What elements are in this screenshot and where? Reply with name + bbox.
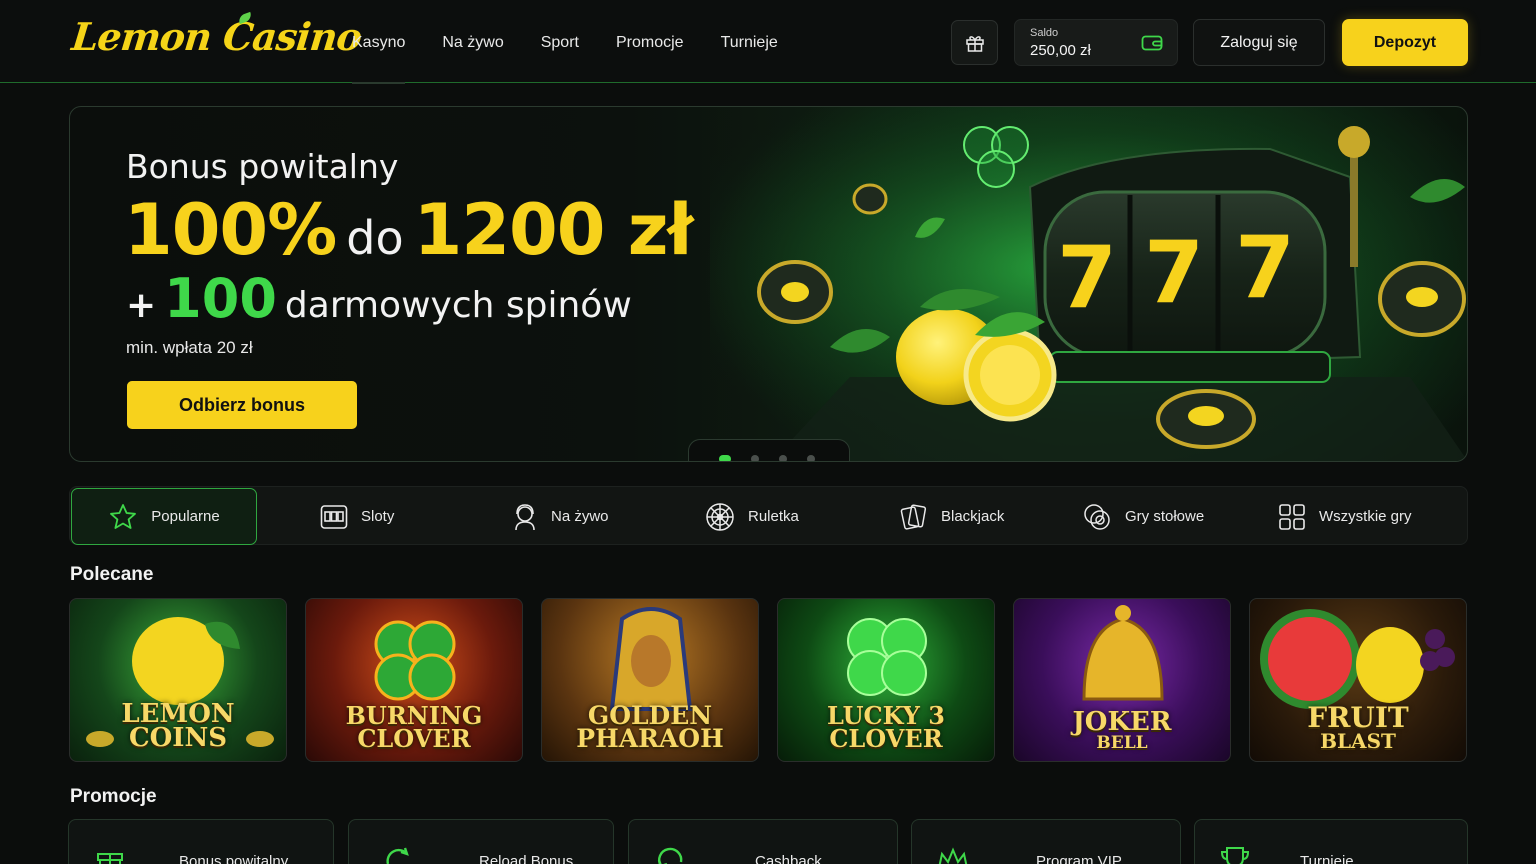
hero-spins-text: darmowych spinów xyxy=(284,285,632,326)
balance-label: Saldo xyxy=(1030,27,1059,39)
hero-banner: 7 7 7 Bonus powitalny 100% do 1200 zł +100… xyxy=(69,106,1468,462)
featured-title: Polecane xyxy=(70,564,154,585)
tab-table-games-label: Gry stołowe xyxy=(1125,508,1205,525)
tab-blackjack[interactable]: Blackjack xyxy=(900,488,1004,545)
login-button[interactable]: Zaloguj się xyxy=(1193,19,1325,66)
star-icon xyxy=(110,503,137,529)
claim-bonus-button[interactable]: Odbierz bonus xyxy=(127,381,357,429)
game-title-line2: BLAST xyxy=(1320,729,1396,753)
gift-icon xyxy=(965,35,984,52)
carousel-dot-3[interactable] xyxy=(779,455,787,461)
hero-to: do xyxy=(346,211,404,265)
hero-plus: + xyxy=(126,285,157,326)
game-title-line2: CLOVER xyxy=(357,724,471,754)
reload-icon xyxy=(386,847,409,864)
tab-live-label: Na żywo xyxy=(551,508,609,525)
game-title-line1: FRUIT xyxy=(1307,701,1409,735)
roulette-icon xyxy=(706,502,734,531)
main-nav: Kasyno Na żywo Sport Promocje Turnieje xyxy=(352,0,815,84)
cards-icon xyxy=(900,504,927,530)
hero-headline: 100% do 1200 zł xyxy=(124,189,694,271)
balance-value: 250,00 zł xyxy=(1030,42,1091,59)
hero-spins-count: 100 xyxy=(164,267,277,330)
game-title-line2: COINS xyxy=(128,723,228,754)
promo-label: Turnieje xyxy=(1300,853,1354,864)
promo-card-welcome[interactable]: Bonus powitalny xyxy=(68,819,334,864)
promo-label: Bonus powitalny xyxy=(179,853,289,864)
chips-icon xyxy=(1084,503,1110,530)
crown-icon xyxy=(938,847,968,864)
trophy-icon xyxy=(1220,847,1250,864)
game-title: JOKER BELL xyxy=(1014,707,1230,753)
game-tile[interactable]: LEMON COINS xyxy=(69,598,287,762)
game-tile[interactable]: FRUIT BLAST xyxy=(1249,598,1467,762)
deposit-button[interactable]: Depozyt xyxy=(1342,19,1468,66)
balance-box[interactable]: Saldo 250,00 zł xyxy=(1014,19,1178,66)
tab-all-games[interactable]: Wszystkie gry xyxy=(1278,488,1412,545)
cashback-icon xyxy=(657,847,683,864)
tab-roulette[interactable]: Ruletka xyxy=(705,488,799,545)
live-dealer-icon xyxy=(515,503,535,530)
nav-kasyno[interactable]: Kasyno xyxy=(352,0,406,84)
promo-card-reload[interactable]: Reload Bonus xyxy=(348,819,614,864)
nav-tournaments[interactable]: Turnieje xyxy=(721,0,778,83)
nav-promotions[interactable]: Promocje xyxy=(616,0,684,83)
top-header: Lemon Casino Kasyno Na żywo Sport Promoc… xyxy=(0,0,1536,84)
tab-popular[interactable]: Popularne xyxy=(71,488,257,545)
gift-button[interactable] xyxy=(951,20,998,65)
tab-live[interactable]: Na żywo xyxy=(512,488,609,545)
game-title-line2: BELL xyxy=(1096,732,1148,753)
tab-blackjack-label: Blackjack xyxy=(941,508,1005,525)
promo-label: Cashback xyxy=(755,853,822,864)
promo-card-tournaments[interactable]: Turnieje xyxy=(1194,819,1468,864)
carousel-pagination xyxy=(688,439,850,461)
game-title: BURNING CLOVER xyxy=(306,704,522,754)
game-title: GOLDEN PHARAOH xyxy=(542,703,758,754)
nav-live[interactable]: Na żywo xyxy=(442,0,503,83)
grid-icon xyxy=(1279,503,1305,530)
game-title: LUCKY 3 CLOVER xyxy=(778,704,994,754)
gift-icon xyxy=(97,853,123,864)
promo-card-cashback[interactable]: Cashback xyxy=(628,819,898,864)
reel-digit-1: 7 xyxy=(1057,228,1117,328)
game-tile[interactable]: LUCKY 3 CLOVER xyxy=(777,598,995,762)
tab-slots[interactable]: Sloty xyxy=(320,488,394,545)
tab-popular-label: Popularne xyxy=(151,508,220,525)
hero-spins-line: +100 darmowych spinów xyxy=(126,267,632,330)
game-title-line1: JOKER xyxy=(1072,707,1172,738)
slot-machine-icon xyxy=(320,504,348,529)
slot-machine-illustration: 7 7 7 xyxy=(710,107,1467,461)
game-tile[interactable]: JOKER BELL xyxy=(1013,598,1231,762)
hero-percent: 100% xyxy=(124,189,337,271)
promo-label: Reload Bonus xyxy=(479,853,574,864)
tab-table-games[interactable]: Gry stołowe xyxy=(1082,488,1204,545)
game-title: LEMON COINS xyxy=(70,701,286,754)
promotions-title: Promocje xyxy=(70,786,157,807)
reel-digit-3: 7 xyxy=(1235,218,1295,318)
game-tile[interactable]: BURNING CLOVER xyxy=(305,598,523,762)
game-title: FRUIT BLAST xyxy=(1250,701,1466,753)
game-title-line2: PHARAOH xyxy=(576,724,724,754)
promo-label: Program VIP xyxy=(1036,853,1122,864)
carousel-dot-4[interactable] xyxy=(807,455,815,461)
promo-card-vip[interactable]: Program VIP xyxy=(911,819,1181,864)
hero-min-deposit: min. wpłata 20 zł xyxy=(126,338,253,357)
hero-subtitle: Bonus powitalny xyxy=(126,147,399,186)
reel-digit-2: 7 xyxy=(1144,223,1204,323)
tab-slots-label: Sloty xyxy=(361,508,395,525)
game-tile[interactable]: GOLDEN PHARAOH xyxy=(541,598,759,762)
category-tabs: Popularne Sloty Na żywo Ruletka Blackjac… xyxy=(69,486,1468,545)
hero-amount: 1200 zł xyxy=(413,189,694,271)
wallet-icon xyxy=(1141,35,1163,51)
nav-sport[interactable]: Sport xyxy=(541,0,579,83)
game-title-line2: CLOVER xyxy=(829,724,943,754)
site-logo[interactable]: Lemon Casino xyxy=(70,14,364,59)
carousel-dot-2[interactable] xyxy=(751,455,759,461)
carousel-dot-1[interactable] xyxy=(719,455,731,461)
tab-roulette-label: Ruletka xyxy=(748,508,799,525)
tab-all-games-label: Wszystkie gry xyxy=(1319,508,1412,525)
